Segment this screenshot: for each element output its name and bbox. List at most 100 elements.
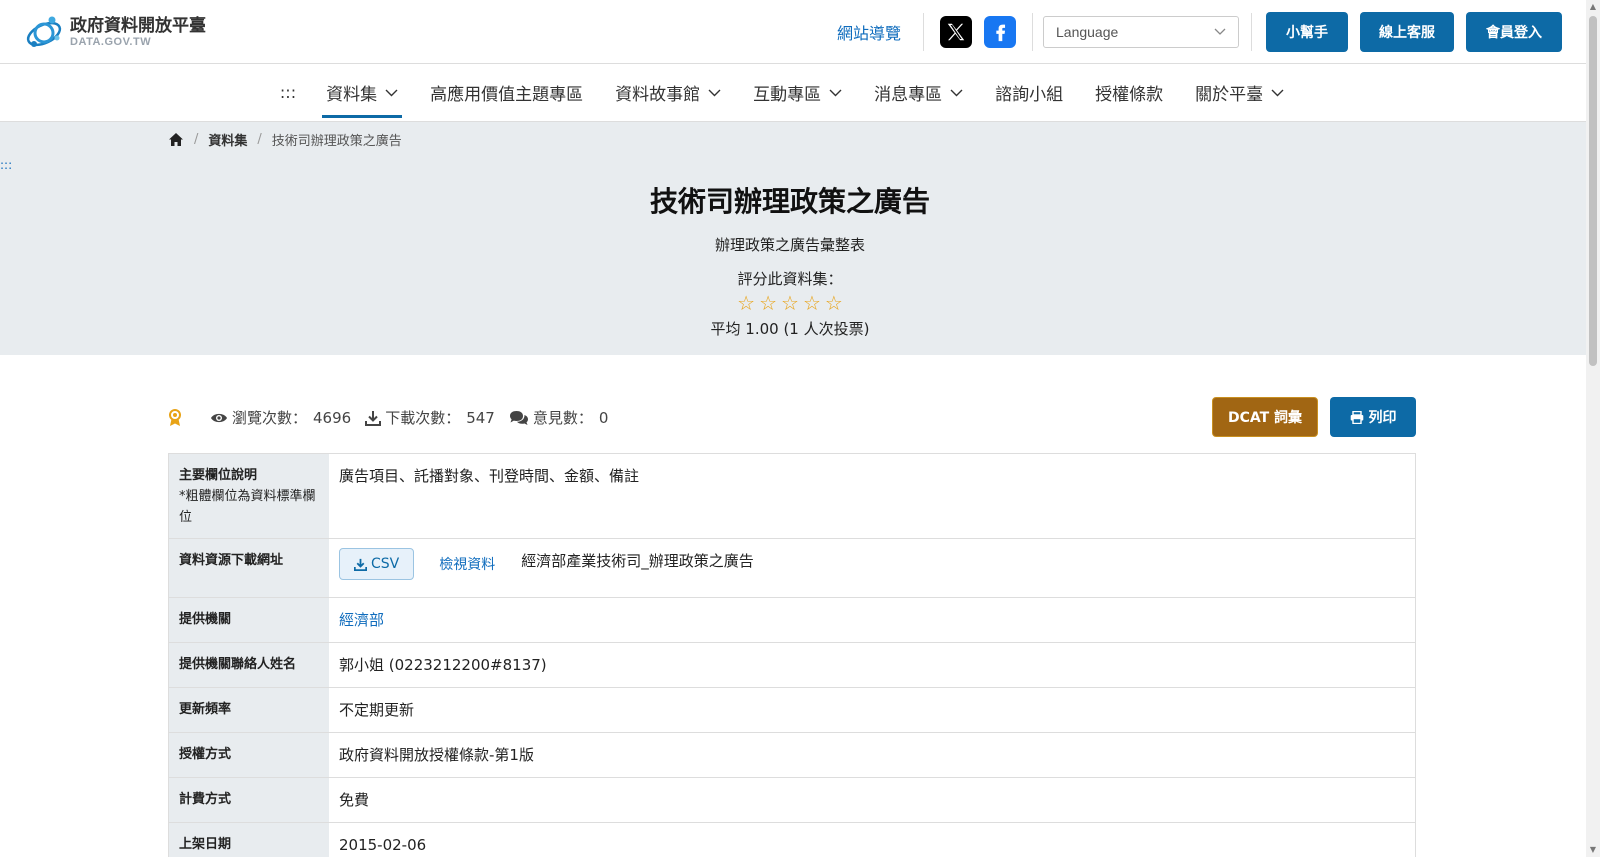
breadcrumb-separator: / [257, 132, 262, 147]
nav-item-label: 互動專區 [753, 85, 822, 105]
nav-item-label: 關於平臺 [1195, 85, 1264, 105]
divider [1251, 13, 1252, 51]
table-row: 資料資源下載網址 CSV 檢視資料 經濟部產業技術司_辦理政策之廣告 [169, 539, 1415, 598]
dataset-info-table: 主要欄位說明 *粗體欄位為資料標準欄位 廣告項目、託播對象、刊登時間、金額、備註… [168, 453, 1416, 857]
nav-item-datasets[interactable]: 資料集 [322, 64, 403, 122]
language-select[interactable]: Language [1043, 16, 1239, 48]
csv-download-button[interactable]: CSV [339, 548, 415, 580]
facebook-icon[interactable] [984, 16, 1016, 48]
nav-item-license[interactable]: 授權條款 [1095, 64, 1163, 122]
rating-label: 評分此資料集： [737, 270, 843, 288]
site-logo[interactable]: 政府資料開放平臺 DATA.GOV.TW [24, 12, 206, 52]
printer-icon [1350, 410, 1363, 424]
award-icon [169, 408, 181, 426]
nav-item-stories[interactable]: 資料故事館 [615, 64, 721, 122]
logo-title: 政府資料開放平臺 [70, 16, 206, 36]
print-button[interactable]: 列印 [1330, 397, 1416, 437]
nav-item-news[interactable]: 消息專區 [874, 64, 963, 122]
content-accesskey[interactable]: ::: [0, 158, 12, 172]
table-row: 計費方式 免費 [169, 778, 1415, 823]
row-value: 2015-02-06 [339, 836, 427, 854]
star-icon[interactable]: ☆ [759, 292, 777, 314]
comments-stat: 意見數： 0 [509, 407, 609, 428]
table-row: 上架日期 2015-02-06 [169, 823, 1415, 857]
online-service-button[interactable]: 線上客服 [1360, 12, 1454, 52]
downloads-label: 下載次數： [385, 409, 461, 427]
dcat-button[interactable]: DCAT 詞彙 [1212, 397, 1318, 437]
home-icon[interactable] [168, 132, 184, 147]
star-icon[interactable]: ☆ [803, 292, 821, 314]
star-icon[interactable]: ☆ [781, 292, 799, 314]
breadcrumb: / 資料集 / 技術司辦理政策之廣告 [168, 130, 402, 149]
sitemap-link[interactable]: 網站導覽 [837, 20, 901, 44]
table-row: 主要欄位說明 *粗體欄位為資料標準欄位 廣告項目、託播對象、刊登時間、金額、備註 [169, 454, 1415, 539]
logo-icon [24, 12, 64, 52]
row-value: 政府資料開放授權條款-第1版 [339, 746, 534, 764]
x-twitter-icon[interactable] [940, 16, 972, 48]
scrollbar-thumb[interactable] [1589, 16, 1597, 366]
helper-button[interactable]: 小幫手 [1266, 12, 1348, 52]
agency-link[interactable]: 經濟部 [339, 609, 384, 631]
views-count: 4696 [313, 408, 352, 427]
dataset-stats: 瀏覽次數： 4696 下載次數： 547 意見數： 0 [168, 407, 622, 428]
row-key: 上架日期 [169, 823, 329, 857]
nav-item-label: 授權條款 [1095, 85, 1164, 105]
chevron-down-icon [829, 89, 842, 96]
row-value: 免費 [339, 791, 370, 809]
main-nav: ::: 資料集 高應用價值主題專區 資料故事館 互動專區 消息專區 諮詢小組 授… [0, 64, 1600, 122]
chevron-down-icon [1214, 28, 1226, 35]
comments-label: 意見數： [532, 409, 593, 427]
badge-stat [168, 408, 186, 427]
downloads-count: 547 [466, 408, 495, 427]
nav-item-label: 資料故事館 [615, 85, 701, 105]
print-label: 列印 [1368, 410, 1397, 426]
breadcrumb-datasets[interactable]: 資料集 [208, 130, 247, 149]
chevron-down-icon [950, 89, 963, 96]
table-row: 提供機關聯絡人姓名 郭小姐 (0223212200#8137) [169, 643, 1415, 688]
scroll-down-icon[interactable]: ▼ [1589, 845, 1597, 854]
view-data-link[interactable]: 檢視資料 [439, 554, 495, 576]
dataset-hero: / 資料集 / 技術司辦理政策之廣告 ::: 技術司辦理政策之廣告 辦理政策之廣… [0, 122, 1600, 355]
views-stat: 瀏覽次數： 4696 [210, 407, 351, 428]
table-row: 提供機關 經濟部 [169, 598, 1415, 643]
table-row: 授權方式 政府資料開放授權條款-第1版 [169, 733, 1415, 778]
page-scrollbar[interactable]: ▲ ▼ [1586, 0, 1600, 857]
nav-item-about[interactable]: 關於平臺 [1195, 64, 1284, 122]
divider [1032, 13, 1033, 51]
nav-item-label: 資料集 [326, 85, 378, 105]
row-key: 計費方式 [169, 778, 329, 822]
download-icon [354, 558, 367, 571]
member-login-button[interactable]: 會員登入 [1466, 12, 1562, 52]
row-key: 授權方式 [169, 733, 329, 777]
nav-item-high-value[interactable]: 高應用價值主題專區 [430, 64, 583, 122]
divider [923, 13, 924, 51]
row-key: 資料資源下載網址 [169, 539, 329, 597]
star-icon[interactable]: ☆ [825, 292, 843, 314]
chevron-down-icon [1271, 89, 1284, 96]
csv-label: CSV [371, 556, 400, 572]
nav-item-interactive[interactable]: 互動專區 [753, 64, 842, 122]
comments-count: 0 [598, 408, 609, 427]
nav-accesskey[interactable]: ::: [280, 83, 296, 102]
rating-average: 平均 1.00 (1 人次投票) [710, 320, 870, 338]
row-note: *粗體欄位為資料標準欄位 [179, 489, 316, 525]
downloads-stat: 下載次數： 547 [365, 407, 495, 428]
top-header: 政府資料開放平臺 DATA.GOV.TW 網站導覽 Language 小幫手 線… [0, 0, 1600, 64]
page-subtitle: 辦理政策之廣告彙整表 [714, 236, 865, 254]
row-key: 提供機關 [169, 598, 329, 642]
comments-icon [509, 410, 528, 425]
views-label: 瀏覽次數： [232, 409, 308, 427]
nav-item-advisory[interactable]: 諮詢小組 [995, 64, 1063, 122]
language-placeholder: Language [1056, 24, 1119, 40]
chevron-down-icon [708, 89, 721, 96]
scroll-up-icon[interactable]: ▲ [1589, 2, 1597, 11]
nav-item-label: 諮詢小組 [995, 85, 1064, 105]
resource-name: 經濟部產業技術司_辦理政策之廣告 [521, 552, 754, 570]
row-key: 主要欄位說明 [179, 468, 258, 483]
chevron-down-icon [385, 89, 398, 96]
eye-icon [211, 413, 227, 422]
star-icon[interactable]: ☆ [737, 292, 755, 314]
table-row: 更新頻率 不定期更新 [169, 688, 1415, 733]
row-value: 廣告項目、託播對象、刊登時間、金額、備註 [339, 467, 640, 485]
logo-subtitle: DATA.GOV.TW [70, 36, 152, 48]
